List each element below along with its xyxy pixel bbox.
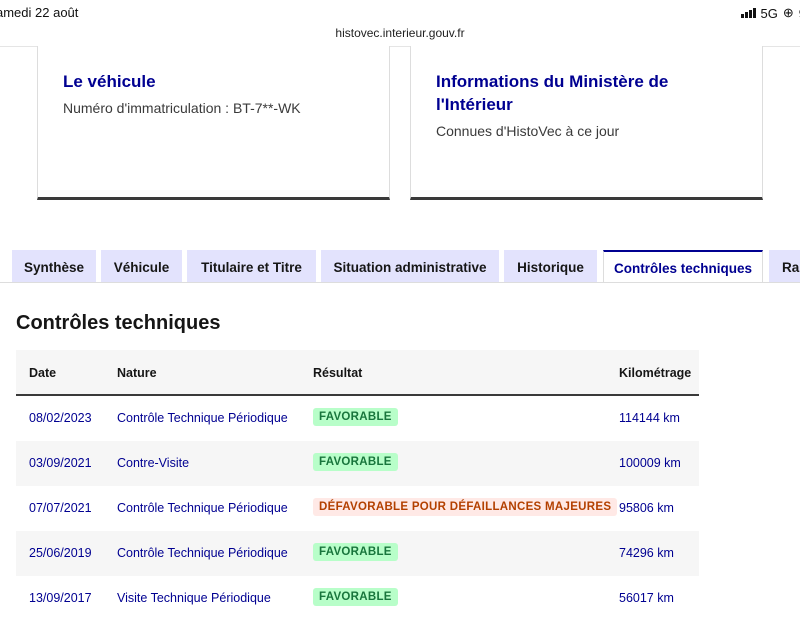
card-text: Connues d'HistoVec à ce jour [436, 123, 620, 139]
card-title: Le véhicule [63, 72, 156, 91]
table-header: Date Nature Résultat Kilométrage [16, 350, 699, 396]
result-badge: DÉFAVORABLE POUR DÉFAILLANCES MAJEURES [313, 498, 618, 516]
cell-km: 95806 km [619, 501, 674, 515]
table-row: 07/07/2021 Contrôle Technique Périodique… [16, 486, 699, 531]
tab-controles-techniques[interactable]: Contrôles techniques [603, 250, 763, 283]
cell-date: 07/07/2021 [29, 501, 92, 515]
tab-synthese[interactable]: Synthèse [12, 250, 96, 283]
header-date: Date [29, 366, 57, 380]
table-row: 08/02/2023 Contrôle Technique Périodique… [16, 396, 699, 441]
cell-km: 56017 km [619, 591, 674, 605]
cell-nature: Contrôle Technique Périodique [117, 411, 288, 425]
url-text: histovec.interieur.gouv.fr [335, 26, 465, 40]
orientation-lock-icon: ⊕ [782, 5, 794, 20]
table-row: 13/09/2017 Visite Technique Périodique F… [16, 576, 699, 621]
tab-panel-border [0, 282, 800, 283]
cell-date: 13/09/2017 [29, 591, 92, 605]
table-row: 25/06/2019 Contrôle Technique Périodique… [16, 531, 699, 576]
status-indicators: 5G ⊕ 9 [740, 5, 800, 21]
tab-titulaire[interactable]: Titulaire et Titre [187, 250, 316, 283]
result-badge: FAVORABLE [313, 453, 398, 471]
controles-table: Date Nature Résultat Kilométrage 08/02/2… [16, 350, 699, 621]
signal-icon [740, 8, 756, 18]
cell-date: 25/06/2019 [29, 546, 92, 560]
network-label: 5G [760, 5, 778, 21]
section-title: Contrôles techniques [16, 312, 221, 334]
card-title: Informations du Ministère de l'Intérieur [436, 72, 669, 114]
header-nature: Nature [117, 366, 157, 380]
cell-nature: Contrôle Technique Périodique [117, 546, 288, 560]
ministry-card: Informations du Ministère de l'Intérieur… [410, 46, 763, 200]
tab-bar: Synthèse Véhicule Titulaire et Titre Sit… [0, 250, 800, 283]
result-badge: FAVORABLE [313, 543, 398, 561]
cell-date: 08/02/2023 [29, 411, 92, 425]
cell-date: 03/09/2021 [29, 456, 92, 470]
cell-nature: Visite Technique Périodique [117, 591, 271, 605]
cell-nature: Contre-Visite [117, 456, 190, 470]
tab-historique[interactable]: Historique [504, 250, 597, 283]
tab-vehicule[interactable]: Véhicule [101, 250, 182, 283]
result-badge: FAVORABLE [313, 588, 398, 606]
header-km: Kilométrage [619, 366, 692, 380]
status-bar: amedi 22 août 5G ⊕ 9 [0, 0, 800, 26]
address-bar[interactable]: histovec.interieur.gouv.fr [0, 26, 800, 40]
card-text: Numéro d'immatriculation : BT-7**-WK [63, 100, 301, 116]
cell-nature: Contrôle Technique Périodique [117, 501, 288, 515]
status-date: amedi 22 août [0, 5, 79, 20]
cell-km: 114144 km [619, 411, 680, 425]
vehicle-card: Le véhicule Numéro d'immatriculation : B… [37, 46, 390, 200]
tab-rapport[interactable]: Rap [769, 250, 800, 283]
header-result: Résultat [313, 366, 363, 380]
cell-km: 74296 km [619, 546, 674, 560]
result-badge: FAVORABLE [313, 408, 398, 426]
table-row: 03/09/2021 Contre-Visite FAVORABLE 10000… [16, 441, 699, 486]
cell-km: 100009 km [619, 456, 681, 470]
tab-situation[interactable]: Situation administrative [321, 250, 499, 283]
